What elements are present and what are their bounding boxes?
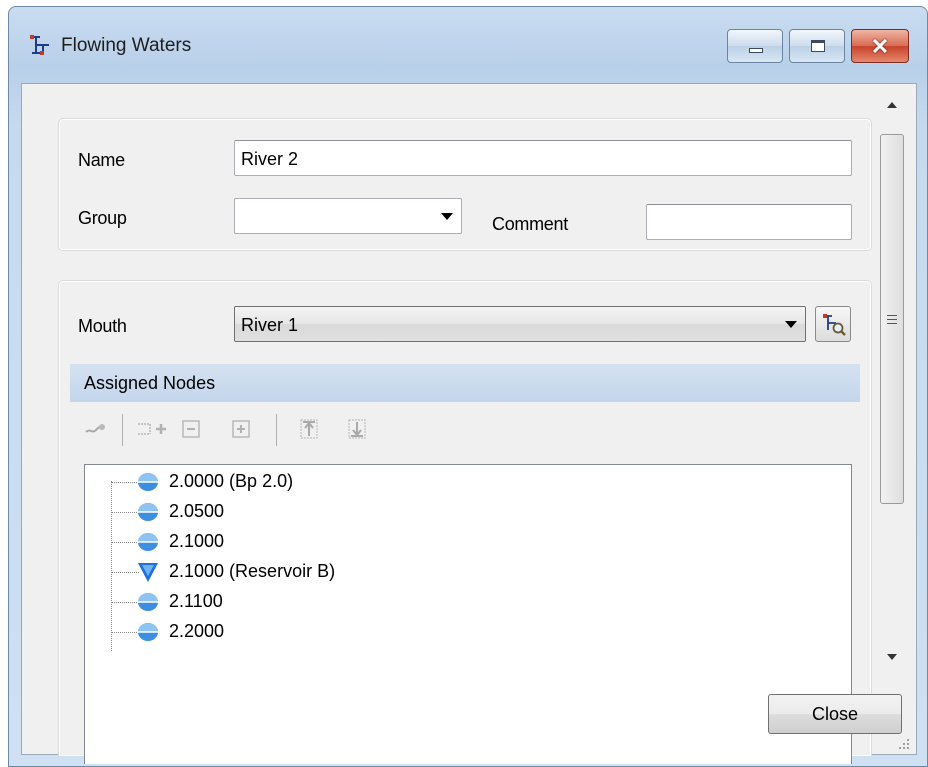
node-circle-icon bbox=[138, 593, 158, 611]
tree-node-label: 2.0000 (Bp 2.0) bbox=[169, 471, 294, 491]
toolbar-separator bbox=[276, 414, 277, 446]
tree-connector bbox=[111, 482, 139, 483]
tree-connector bbox=[111, 542, 139, 543]
group-label: Group bbox=[78, 208, 127, 228]
node-circle-icon bbox=[138, 503, 158, 521]
collapse-icon[interactable] bbox=[180, 418, 202, 440]
select-on-map-button[interactable] bbox=[815, 306, 851, 342]
node-circle-icon bbox=[138, 533, 158, 551]
tree-connector bbox=[111, 632, 139, 633]
chevron-down-icon bbox=[441, 213, 453, 220]
maximize-button[interactable] bbox=[789, 29, 845, 63]
scrollbar-thumb[interactable] bbox=[880, 134, 904, 504]
resize-grip-icon[interactable] bbox=[898, 738, 910, 750]
mouth-label: Mouth bbox=[78, 316, 127, 336]
tree-connector bbox=[111, 481, 112, 651]
assigned-nodes-title: Assigned Nodes bbox=[84, 373, 216, 393]
vertical-scrollbar[interactable] bbox=[878, 92, 906, 672]
tree-connector bbox=[111, 602, 139, 603]
mouth-combobox-value: River 1 bbox=[241, 315, 299, 335]
nodes-toolbar bbox=[80, 412, 380, 448]
node-circle-icon bbox=[138, 473, 158, 491]
scroll-up-arrow-icon[interactable] bbox=[878, 92, 906, 120]
reservoir-triangle-icon bbox=[138, 563, 158, 582]
network-icon bbox=[30, 35, 49, 55]
group-combobox[interactable] bbox=[234, 198, 462, 234]
node-circle-icon bbox=[138, 623, 158, 641]
close-window-button[interactable]: ✕ bbox=[851, 29, 909, 63]
mouth-combobox[interactable]: River 1 bbox=[234, 306, 806, 342]
tree-node-label: 2.0500 bbox=[169, 501, 225, 521]
dialog-window: Flowing Waters ✕ Name River 2 Group Comm… bbox=[8, 6, 928, 767]
move-down-icon[interactable] bbox=[346, 418, 368, 440]
toolbar-separator bbox=[122, 414, 123, 446]
window-title: Flowing Waters bbox=[61, 35, 192, 56]
add-node-icon[interactable] bbox=[136, 418, 170, 440]
dialog-client-area: Name River 2 Group Comment Mouth River 1… bbox=[21, 83, 917, 764]
tree-node-label: 2.1100 bbox=[169, 591, 223, 611]
chevron-down-icon bbox=[785, 321, 797, 328]
comment-field[interactable] bbox=[646, 204, 852, 240]
tree-node-label: 2.1000 (Reservoir B) bbox=[169, 561, 336, 581]
connect-icon[interactable] bbox=[84, 418, 106, 440]
grip-icon bbox=[887, 315, 897, 324]
minimize-icon bbox=[749, 48, 763, 53]
assigned-nodes-tree[interactable]: 2.0000 (Bp 2.0) 2.0500 2.1000 2.1000 (Reser… bbox=[84, 464, 852, 764]
tree-connector bbox=[111, 572, 139, 573]
expand-icon[interactable] bbox=[230, 418, 252, 440]
minimize-button[interactable] bbox=[727, 29, 783, 63]
tree-connector bbox=[111, 512, 139, 513]
tree-node-label: 2.2000 bbox=[169, 621, 225, 641]
name-label: Name bbox=[78, 150, 125, 170]
comment-label: Comment bbox=[492, 214, 568, 234]
name-field[interactable]: River 2 bbox=[234, 140, 852, 176]
move-up-icon[interactable] bbox=[298, 418, 320, 440]
tree-node-label: 2.1000 bbox=[169, 531, 225, 551]
close-button[interactable]: Close bbox=[768, 694, 902, 734]
scroll-down-arrow-icon[interactable] bbox=[878, 644, 906, 672]
map-search-icon bbox=[823, 314, 846, 336]
title-bar[interactable]: Flowing Waters ✕ bbox=[9, 7, 927, 82]
maximize-icon bbox=[811, 40, 825, 52]
close-icon: ✕ bbox=[870, 34, 890, 59]
assigned-nodes-header: Assigned Nodes bbox=[70, 364, 860, 402]
